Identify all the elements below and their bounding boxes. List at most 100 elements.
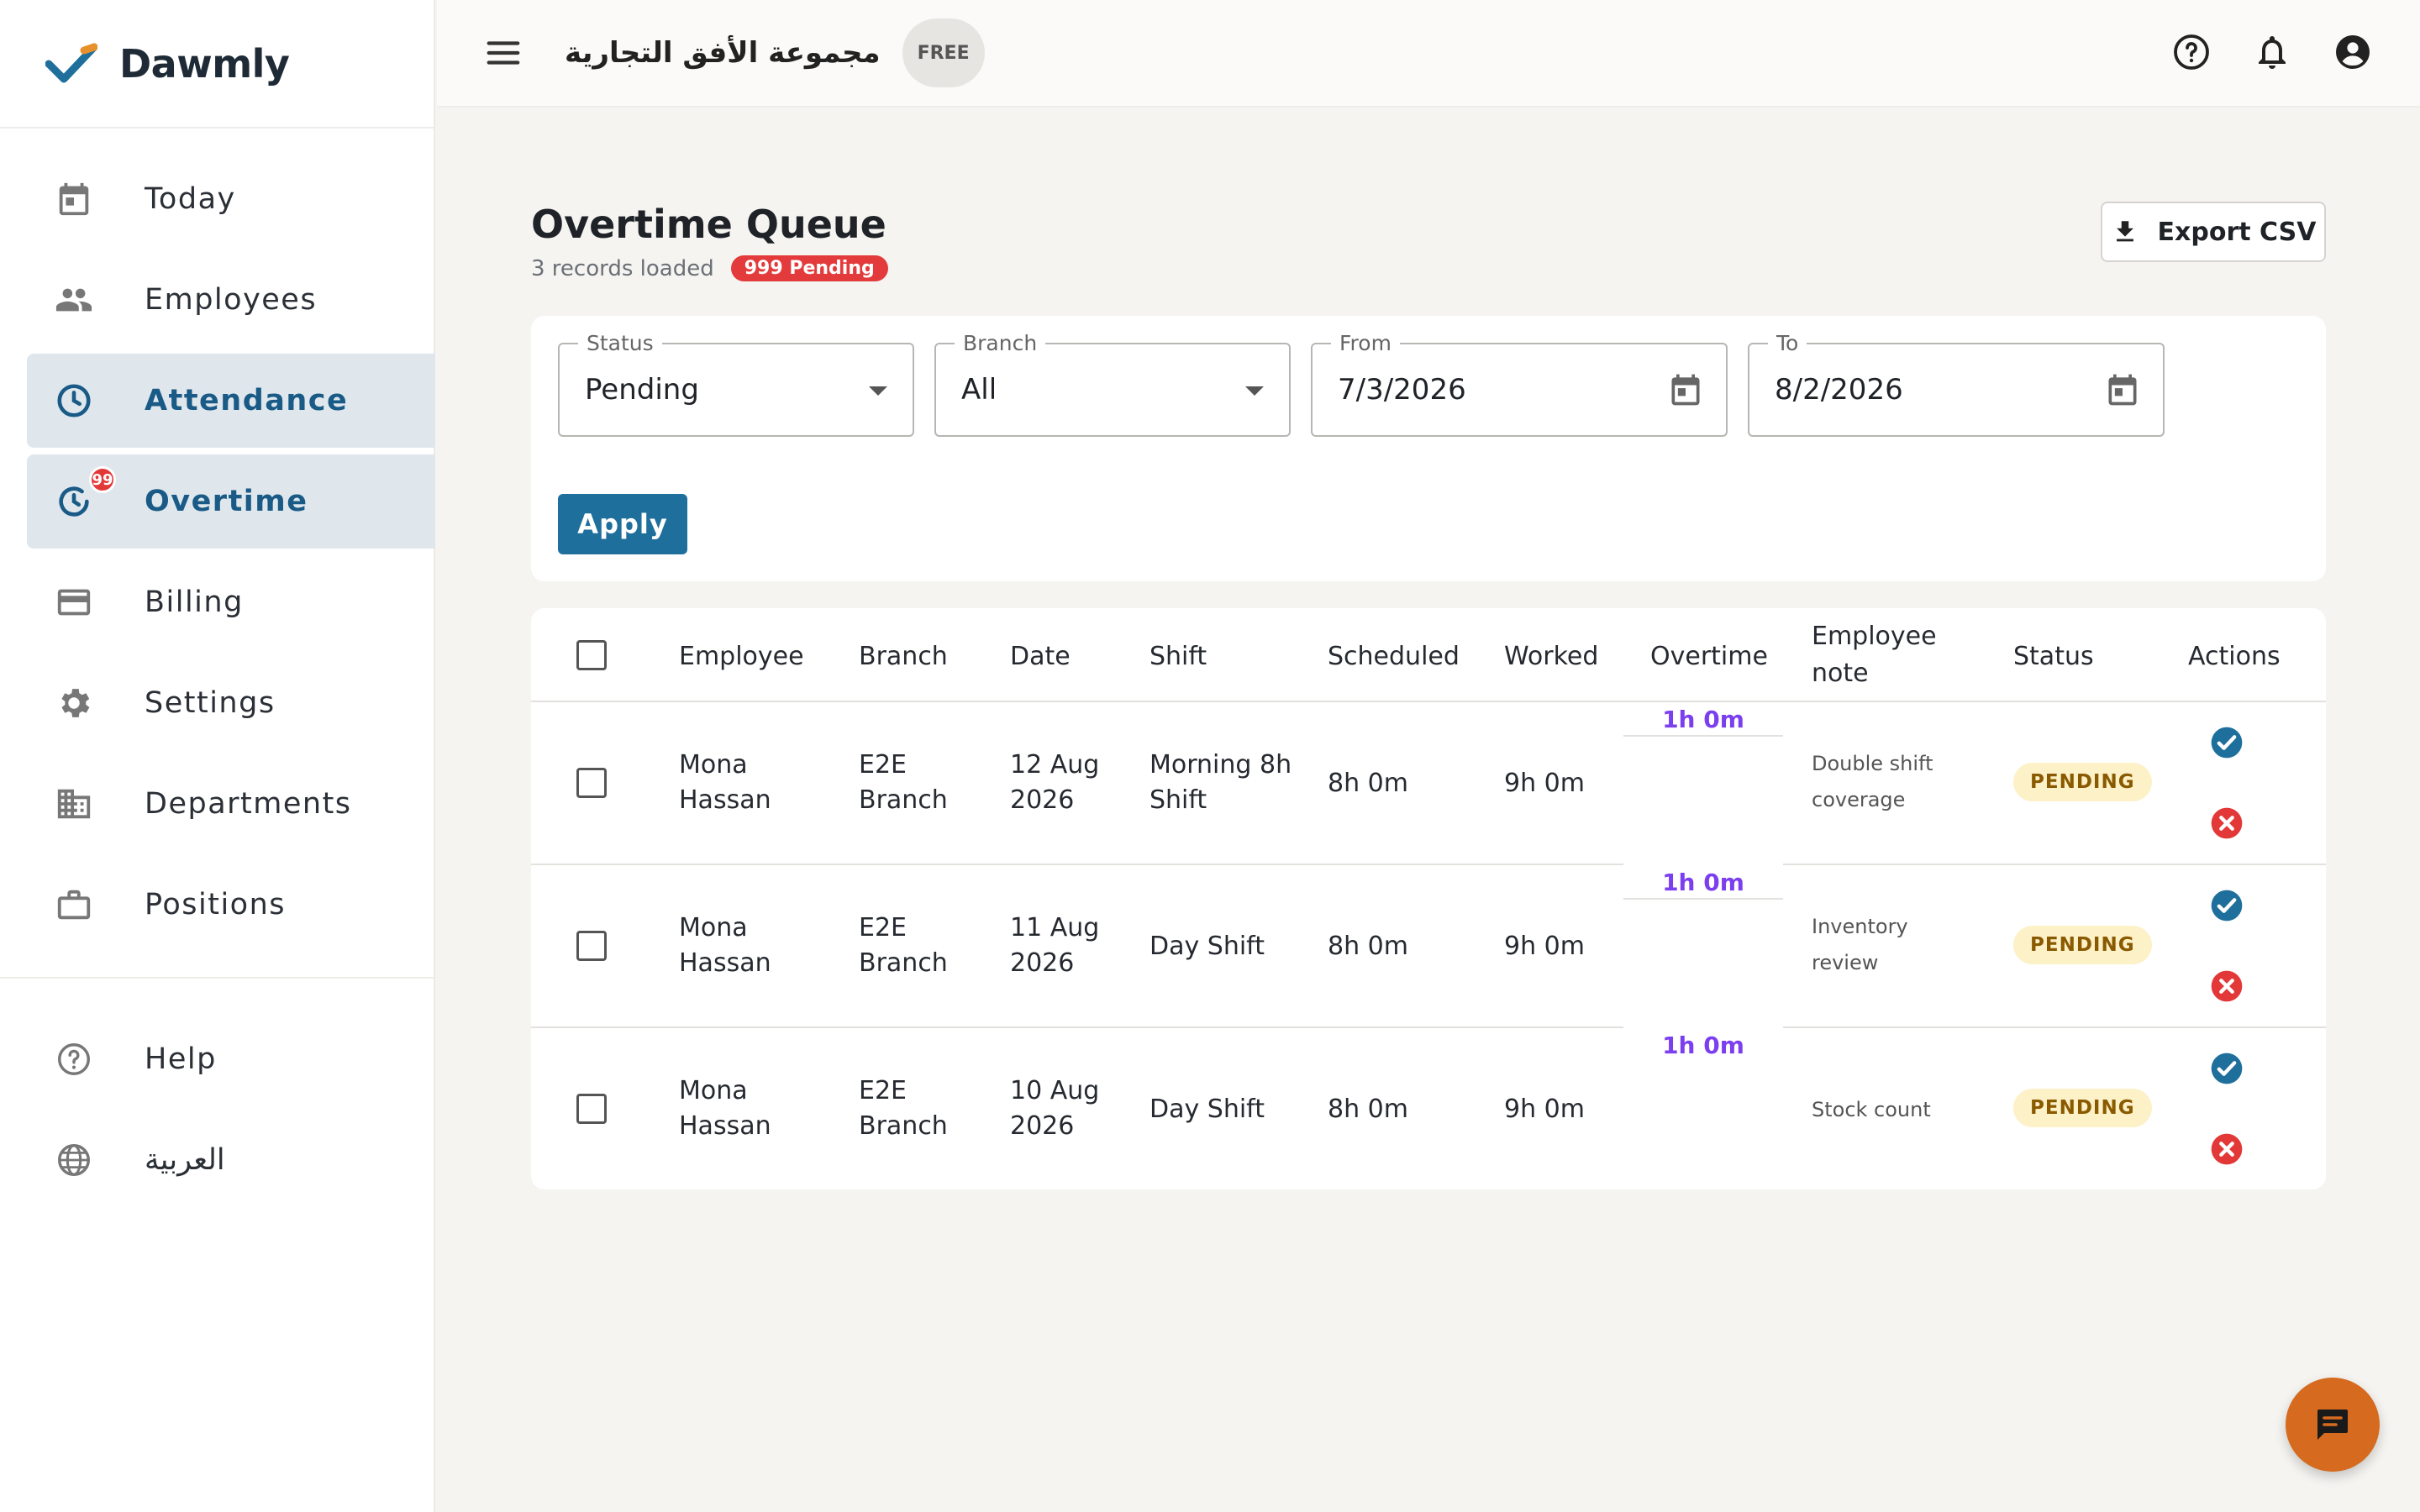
- overtime-value: 1h 0m: [1623, 706, 1783, 737]
- sidebar-item-label: Departments: [145, 787, 352, 821]
- status-select[interactable]: Status Pending: [558, 331, 914, 437]
- sidebar-item-label: Today: [145, 182, 236, 216]
- table-row[interactable]: Mona Hassan E2E Branch 10 Aug 2026 Day S…: [531, 1028, 2326, 1189]
- to-date-value: 8/2/2026: [1775, 373, 1903, 407]
- overtime-table: Employee Branch Date Shift Scheduled Wor…: [531, 608, 2326, 1189]
- overtime-value: 1h 0m: [1662, 1032, 1744, 1059]
- sidebar-item-today[interactable]: Today: [27, 152, 435, 246]
- top-bar: مجموعة الأفق التجارية FREE: [437, 0, 2420, 108]
- branch-select-value: All: [961, 373, 997, 407]
- column-header-worked[interactable]: Worked: [1504, 638, 1598, 675]
- shift-cell: Day Shift: [1150, 1095, 1265, 1124]
- sidebar-item-attendance[interactable]: Attendance: [27, 354, 435, 448]
- column-header-employee[interactable]: Employee: [679, 638, 804, 675]
- sidebar-item-label: Positions: [145, 888, 287, 921]
- sidebar-item-label: Employees: [145, 283, 318, 317]
- to-date-field[interactable]: To 8/2/2026: [1748, 331, 2165, 437]
- sidebar-item-label: Settings: [145, 686, 276, 720]
- overtime-count-badge: 99: [89, 466, 116, 493]
- calendar-icon: [54, 179, 94, 219]
- bell-icon[interactable]: [2252, 32, 2292, 72]
- from-date-value: 7/3/2026: [1338, 373, 1466, 407]
- calendar-icon[interactable]: [2104, 371, 2141, 408]
- column-header-branch[interactable]: Branch: [859, 638, 948, 675]
- sidebar-divider: [0, 977, 434, 979]
- column-header-overtime[interactable]: Overtime: [1650, 638, 1768, 675]
- reject-x-icon[interactable]: [2210, 1132, 2244, 1166]
- row-checkbox[interactable]: [576, 1094, 607, 1124]
- sidebar-item-label: Billing: [145, 585, 244, 619]
- column-header-scheduled[interactable]: Scheduled: [1328, 638, 1460, 675]
- employee-name: Mona Hassan: [679, 1076, 771, 1141]
- hamburger-menu-icon[interactable]: [484, 34, 523, 72]
- sidebar-item-help[interactable]: Help: [27, 1012, 435, 1106]
- date-cell: 12 Aug 2026: [1010, 750, 1100, 815]
- reject-x-icon[interactable]: [2210, 969, 2244, 1003]
- people-icon: [54, 280, 94, 320]
- branch-select-label: Branch: [955, 331, 1046, 355]
- approve-check-icon[interactable]: [2210, 1052, 2244, 1085]
- employee-name: Mona Hassan: [679, 913, 771, 978]
- chat-button[interactable]: [2286, 1378, 2380, 1472]
- date-cell: 11 Aug 2026: [1010, 913, 1100, 978]
- help-icon: [54, 1039, 94, 1079]
- sidebar-item-label: Help: [145, 1042, 217, 1076]
- sidebar-item-employees[interactable]: Employees: [27, 253, 435, 347]
- employee-note: Inventory review: [1812, 915, 1908, 975]
- brand[interactable]: Dawmly: [0, 0, 434, 129]
- approve-check-icon[interactable]: [2210, 726, 2244, 759]
- plan-badge: FREE: [902, 18, 985, 87]
- account-icon[interactable]: [2333, 32, 2373, 72]
- sidebar-item-billing[interactable]: Billing: [27, 555, 435, 649]
- row-checkbox[interactable]: [576, 768, 607, 798]
- worked-cell: 9h 0m: [1504, 769, 1585, 798]
- table-row[interactable]: Mona Hassan E2E Branch 12 Aug 2026 Morni…: [531, 702, 2326, 865]
- globe-icon: [54, 1140, 94, 1180]
- table-row[interactable]: Mona Hassan E2E Branch 11 Aug 2026 Day S…: [531, 865, 2326, 1028]
- column-header-date[interactable]: Date: [1010, 638, 1071, 675]
- approve-check-icon[interactable]: [2210, 889, 2244, 922]
- sidebar-item-language[interactable]: العربية: [27, 1113, 435, 1207]
- calendar-icon[interactable]: [1667, 371, 1704, 408]
- credit-card-icon: [54, 582, 94, 622]
- status-badge: PENDING: [2013, 926, 2152, 964]
- export-csv-label: Export CSV: [2157, 217, 2317, 247]
- branch-select[interactable]: Branch All: [934, 331, 1291, 437]
- scheduled-cell: 8h 0m: [1328, 932, 1408, 961]
- status-badge: PENDING: [2013, 1089, 2152, 1127]
- overtime-icon: 99: [54, 466, 116, 522]
- sidebar-nav: Today Employees Attendance 99 Overtime B…: [0, 129, 435, 1207]
- export-csv-button[interactable]: Export CSV: [2101, 202, 2326, 262]
- overtime-cell: 1h 0m: [1623, 702, 1783, 865]
- sidebar-item-departments[interactable]: Departments: [27, 757, 435, 851]
- help-icon[interactable]: [2171, 32, 2212, 72]
- sidebar-item-overtime[interactable]: 99 Overtime: [27, 454, 435, 549]
- select-all-checkbox[interactable]: [576, 640, 607, 670]
- top-actions: [2171, 32, 2373, 72]
- shift-cell: Day Shift: [1150, 932, 1265, 961]
- sidebar-item-label: العربية: [145, 1143, 225, 1177]
- to-date-label: To: [1768, 331, 1807, 355]
- sidebar-item-settings[interactable]: Settings: [27, 656, 435, 750]
- overtime-cell: 1h 0m: [1623, 1028, 1783, 1189]
- download-icon: [2116, 221, 2133, 242]
- reject-x-icon[interactable]: [2210, 806, 2244, 840]
- from-date-field[interactable]: From 7/3/2026: [1311, 331, 1728, 437]
- page-subtitle: 3 records loaded 999 Pending: [531, 255, 888, 281]
- records-count: 3 records loaded: [531, 255, 714, 281]
- clock-icon: [54, 381, 94, 421]
- employee-name: Mona Hassan: [679, 750, 771, 815]
- apply-button[interactable]: Apply: [558, 494, 687, 554]
- column-header-status[interactable]: Status: [2013, 638, 2094, 675]
- column-header-employee-note[interactable]: Employee note: [1812, 618, 1946, 691]
- sidebar-item-positions[interactable]: Positions: [27, 858, 435, 952]
- date-cell: 10 Aug 2026: [1010, 1076, 1100, 1141]
- overtime-cell: 1h 0m: [1623, 865, 1783, 1028]
- scheduled-cell: 8h 0m: [1328, 769, 1408, 798]
- worked-cell: 9h 0m: [1504, 1095, 1585, 1124]
- chat-icon: [2317, 1410, 2348, 1440]
- row-checkbox[interactable]: [576, 931, 607, 961]
- column-header-shift[interactable]: Shift: [1150, 638, 1207, 675]
- employee-note: Double shift coverage: [1812, 752, 1933, 812]
- brand-name: Dawmly: [119, 40, 290, 87]
